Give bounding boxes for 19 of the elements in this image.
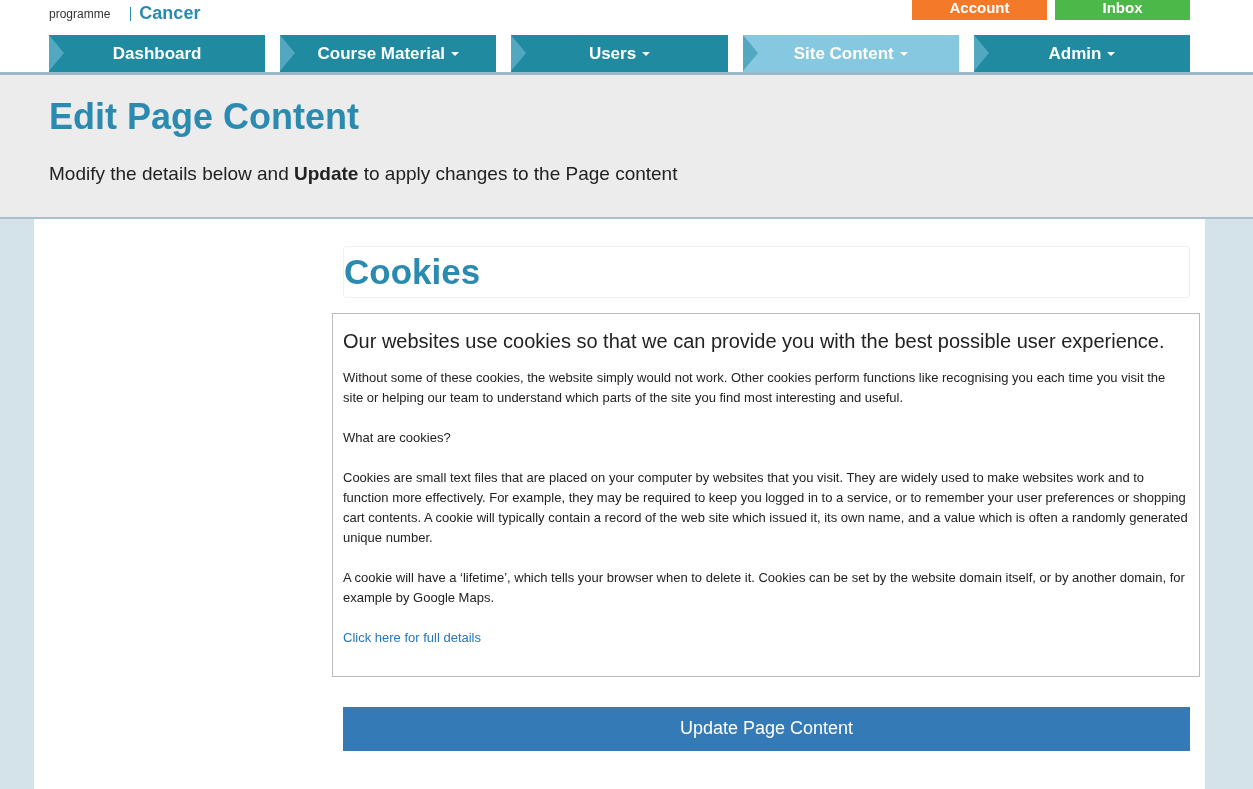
editor-field[interactable] [332,312,1200,677]
header-button[interactable]: Inbox [1055,0,1190,20]
nav-tab[interactable]: Dashboard [49,35,266,72]
update-button[interactable]: Update Page Content [343,706,1190,751]
paragraph: What are cookies? [343,428,452,447]
details-link[interactable]: Click here for full details [343,629,481,645]
nav-tab[interactable]: Course Material [280,35,497,72]
paragraph: A cookie will have a ‘lifetime’, which tells your browser when to delete it. Cookies can be set by the website domain itself, or by another domain, for example by Google Maps. [343,568,1186,607]
header-button[interactable]: Account [912,0,1047,20]
page-subtitle: Modify the details below and Update to apply changes to the Page content [49,162,679,187]
site-name: Cancer [139,2,201,25]
paragraph: Without some of these cookies, the website simply would not work. Other cookies perform functions like recognising you each time you visit the site or helping our team to understand which parts of the site you find most interesting and useful. [343,368,1167,407]
paragraph: Cookies are small text files that are placed on your computer by websites that you visit. They are widely used to make websites work and to function more effectively. For example, they may be required to keep you logged in to a service, or to remember your user preferences or shopping cart contents. A cookie will typically contain a record of the web site which issued it, its own name, and a value which is often a randomly generated unique number. [343,468,1189,547]
logo-text: programme [49,5,111,23]
nav-tab[interactable]: Admin [973,35,1190,72]
content-heading: Cookies [344,250,482,293]
intro-text: Our websites use cookies so that we can provide you with the best possible user experience. [343,328,1166,354]
nav-tab[interactable]: Users [511,35,728,72]
page-title: Edit Page Content [49,95,360,139]
